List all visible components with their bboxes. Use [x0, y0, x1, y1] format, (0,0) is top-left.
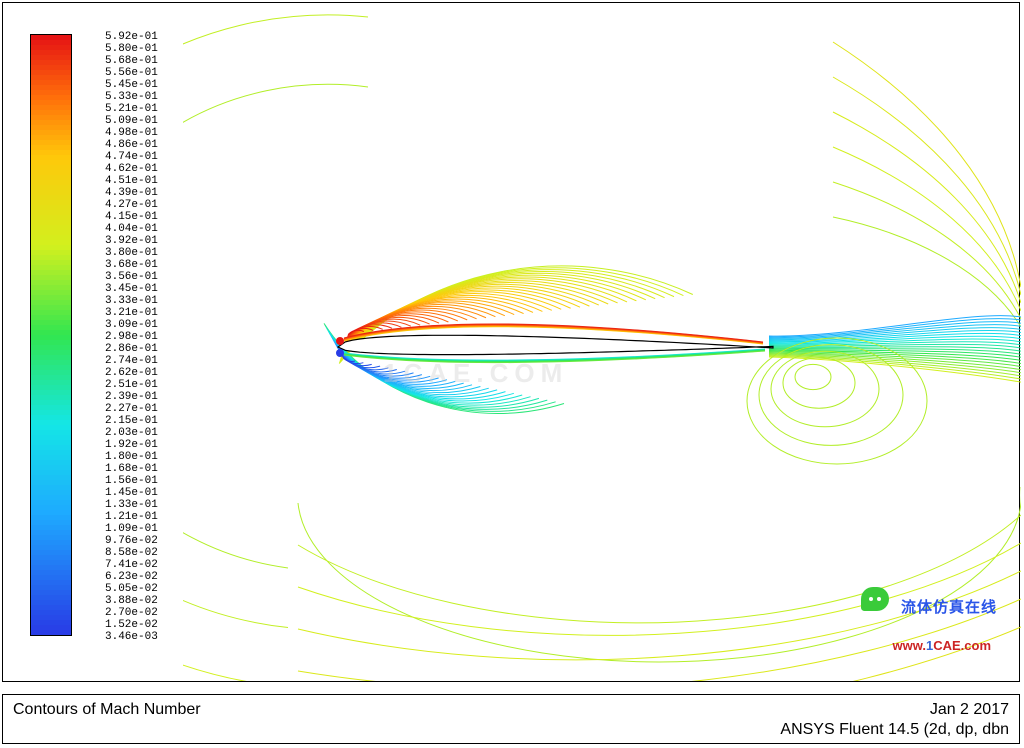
- legend-tick: 3.46e-03: [105, 631, 158, 643]
- plot-title: Contours of Mach Number: [13, 701, 201, 719]
- legend-tick: 5.05e-02: [105, 583, 158, 595]
- legend-tick: 4.39e-01: [105, 187, 158, 199]
- legend-tick: 5.21e-01: [105, 103, 158, 115]
- legend-tick: 2.86e-01: [105, 343, 158, 355]
- legend-tick: 3.45e-01: [105, 283, 158, 295]
- legend-tick: 9.76e-02: [105, 535, 158, 547]
- legend-tick: 1.92e-01: [105, 439, 158, 451]
- legend-tick: 5.80e-01: [105, 43, 158, 55]
- legend-tick: 1.52e-02: [105, 619, 158, 631]
- legend-tick: 3.92e-01: [105, 235, 158, 247]
- legend-tick: 1.45e-01: [105, 487, 158, 499]
- legend-tick: 3.21e-01: [105, 307, 158, 319]
- cn-watermark: 流体仿真在线: [901, 596, 997, 617]
- legend-tick: 5.68e-01: [105, 55, 158, 67]
- legend-tick: 2.98e-01: [105, 331, 158, 343]
- legend-tick: 4.86e-01: [105, 139, 158, 151]
- legend-tick: 4.74e-01: [105, 151, 158, 163]
- legend-tick: 2.70e-02: [105, 607, 158, 619]
- legend-tick: 2.62e-01: [105, 367, 158, 379]
- legend-tick: 2.51e-01: [105, 379, 158, 391]
- contour-plot: [183, 7, 1021, 681]
- legend-tick: 3.56e-01: [105, 271, 158, 283]
- legend-tick: 3.68e-01: [105, 259, 158, 271]
- legend-tick: 2.74e-01: [105, 355, 158, 367]
- legend-tick: 4.15e-01: [105, 211, 158, 223]
- plot-date: Jan 2 2017: [930, 701, 1009, 719]
- legend-tick: 1.33e-01: [105, 499, 158, 511]
- legend-tick: 1.21e-01: [105, 511, 158, 523]
- legend-tick: 5.56e-01: [105, 67, 158, 79]
- center-watermark: 1CAE.COM: [383, 358, 568, 389]
- legend-tick: 5.33e-01: [105, 91, 158, 103]
- legend-tick: 3.09e-01: [105, 319, 158, 331]
- legend-tick: 2.03e-01: [105, 427, 158, 439]
- legend-tick: 1.56e-01: [105, 475, 158, 487]
- legend-tick: 6.23e-02: [105, 571, 158, 583]
- legend-tick: 8.58e-02: [105, 547, 158, 559]
- plot-frame: 5.92e-015.80e-015.68e-015.56e-015.45e-01…: [2, 2, 1020, 682]
- legend-tick: 2.27e-01: [105, 403, 158, 415]
- software-label: ANSYS Fluent 14.5 (2d, dp, dbn: [780, 721, 1009, 739]
- legend-tick: 1.68e-01: [105, 463, 158, 475]
- legend-tick: 3.33e-01: [105, 295, 158, 307]
- legend-tick: 2.39e-01: [105, 391, 158, 403]
- legend-tick: 5.09e-01: [105, 115, 158, 127]
- legend-tick: 4.04e-01: [105, 223, 158, 235]
- legend-tick: 4.27e-01: [105, 199, 158, 211]
- legend-tick: 3.80e-01: [105, 247, 158, 259]
- url-watermark: www.1CAE.com: [892, 638, 991, 653]
- legend-tick: 1.09e-01: [105, 523, 158, 535]
- legend-tick: 4.98e-01: [105, 127, 158, 139]
- wechat-icon: [861, 587, 889, 611]
- legend-tick: 2.15e-01: [105, 415, 158, 427]
- legend-tick: 4.62e-01: [105, 163, 158, 175]
- footer-frame: Contours of Mach Number Jan 2 2017 ANSYS…: [2, 694, 1020, 744]
- legend-tick: 1.80e-01: [105, 451, 158, 463]
- legend-tick: 4.51e-01: [105, 175, 158, 187]
- legend-tick: 3.88e-02: [105, 595, 158, 607]
- legend-tick: 5.45e-01: [105, 79, 158, 91]
- colorbar: [31, 35, 71, 635]
- legend-tick: 5.92e-01: [105, 31, 158, 43]
- legend-values: 5.92e-015.80e-015.68e-015.56e-015.45e-01…: [105, 31, 158, 643]
- legend-tick: 7.41e-02: [105, 559, 158, 571]
